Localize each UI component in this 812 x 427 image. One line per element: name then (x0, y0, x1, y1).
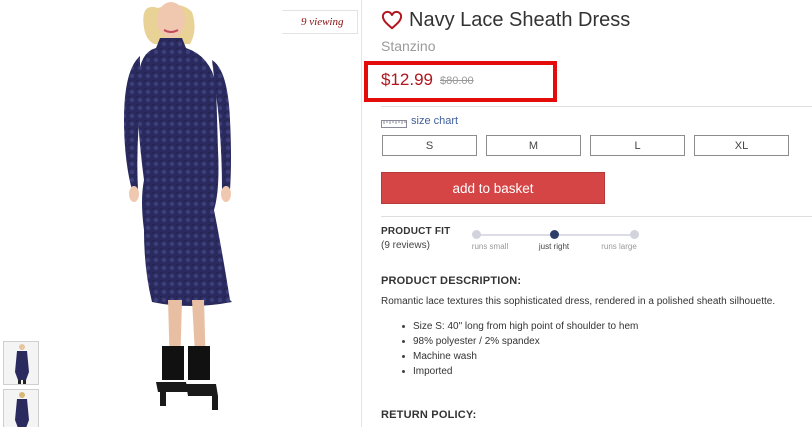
size-option-l[interactable]: L (590, 135, 685, 156)
description-text: Romantic lace textures this sophisticate… (381, 296, 776, 307)
return-policy-heading: RETURN POLICY: (381, 409, 477, 421)
ruler-icon (381, 116, 407, 128)
product-gallery: 9 viewing (0, 0, 362, 427)
fit-scale: runs small just right runs large (471, 229, 639, 253)
title-row: Navy Lace Sheath Dress (381, 7, 630, 33)
original-price: $80.00 (440, 75, 474, 87)
divider (381, 106, 812, 107)
fit-dot-runs-small (472, 230, 481, 239)
list-item: Size S: 40" long from high point of shou… (402, 319, 638, 334)
thumbnail-back-image (4, 390, 38, 427)
size-selector: S M L XL (382, 135, 798, 156)
list-item: Imported (402, 364, 638, 379)
main-product-image[interactable] (40, 0, 360, 427)
size-option-s[interactable]: S (382, 135, 477, 156)
dress-model-illustration (124, 2, 232, 410)
size-chart-label: size chart (411, 115, 459, 127)
viewing-count-tag: 9 viewing (282, 10, 358, 34)
description-heading: PRODUCT DESCRIPTION: (381, 275, 522, 287)
description-bullets: Size S: 40" long from high point of shou… (402, 319, 638, 379)
size-chart-link[interactable]: size chart (381, 114, 458, 128)
size-option-xl[interactable]: XL (694, 135, 789, 156)
fit-label-runs-large: runs large (601, 242, 637, 251)
list-item: Machine wash (402, 349, 638, 364)
fit-label-runs-small: runs small (471, 242, 509, 251)
add-to-basket-button[interactable]: add to basket (381, 172, 605, 204)
product-fit-heading: PRODUCT FIT (381, 226, 451, 237)
fit-label-just-right: just right (538, 242, 570, 251)
fit-review-count[interactable]: (9 reviews) (381, 240, 430, 251)
brand-name[interactable]: Stanzino (381, 38, 435, 54)
thumbnail-back[interactable] (3, 389, 39, 427)
product-title: Navy Lace Sheath Dress (409, 8, 631, 31)
list-item: 98% polyester / 2% spandex (402, 334, 638, 349)
fit-dot-runs-large (630, 230, 639, 239)
thumbnail-front-image (4, 342, 38, 384)
divider (381, 216, 812, 217)
size-option-m[interactable]: M (486, 135, 581, 156)
heart-outline-icon[interactable] (381, 10, 403, 30)
thumbnail-front[interactable] (3, 341, 39, 385)
product-details: Navy Lace Sheath Dress Stanzino $12.99 $… (364, 0, 812, 427)
fit-dot-just-right (550, 230, 559, 239)
sale-price: $12.99 (381, 70, 433, 89)
